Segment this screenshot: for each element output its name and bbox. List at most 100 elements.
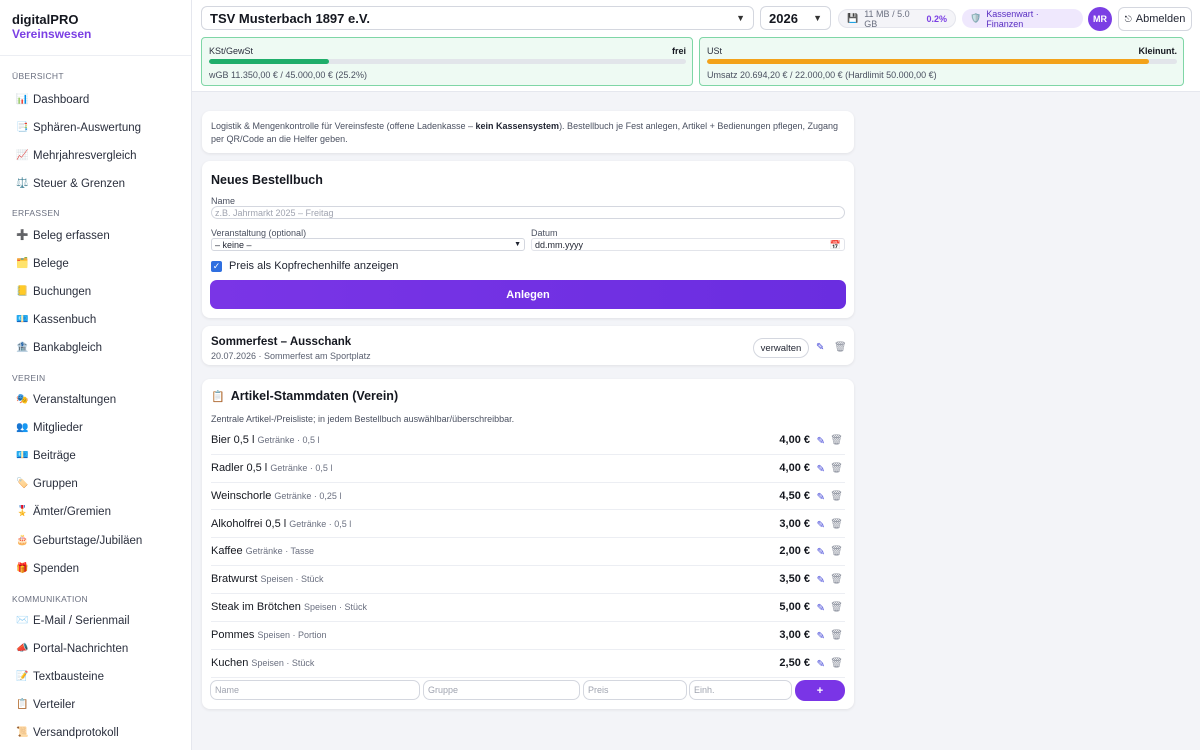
article-name-wrap: Weinschorle Getränke · 0,25 l [211,490,341,502]
sidebar-item[interactable]: 🗂️ Belege [0,250,191,278]
create-button[interactable]: Anlegen [210,280,846,309]
trash-icon[interactable]: 🗑 [830,630,843,641]
article-name-input[interactable]: Name [210,680,420,700]
edit-icon[interactable]: ✎ [817,520,825,531]
sidebar-item[interactable]: ➕ Beleg erfassen [0,222,191,250]
sidebar-item-label: Sphären-Auswertung [33,122,142,135]
trash-icon[interactable]: 🗑 [830,463,843,474]
limit-fill [707,59,1149,64]
sidebar-item[interactable]: 📣 Portal-Nachrichten [0,635,191,663]
role-label: Kassenwart · Finanzen [986,8,1039,29]
sidebar-item[interactable]: 🎭 Veranstaltungen [0,386,191,414]
date-label: Datum [531,228,558,238]
article-meta: Speisen · Portion [257,629,327,640]
edit-icon[interactable]: ✎ [817,492,825,503]
sidebar-item-label: Textbausteine [33,671,104,684]
price-hint-checkbox[interactable]: ✓ [211,261,222,272]
sidebar-item-label: Gruppen [33,478,78,491]
add-article-button[interactable]: + [795,680,845,701]
article-name: Steak im Brötchen [211,601,301,614]
edit-icon[interactable]: ✎ [817,436,825,447]
logout-button[interactable]: ⎋ Abmelden [1118,7,1192,31]
storage-icon: 💾 [847,13,859,23]
sidebar-item[interactable]: ✉️ E-Mail / Serienmail [0,607,191,635]
article-name: Bratwurst [211,573,258,586]
sidebar: digitalPRO Vereinswesen Übersicht 📊 Dashbo… [0,0,192,750]
sidebar-item[interactable]: 🎁 Spenden [0,555,191,583]
avatar[interactable]: MR [1088,7,1112,31]
edit-icon[interactable]: ✎ [817,603,825,614]
trash-icon[interactable]: 🗑 [834,342,847,353]
article-price: 4,00 € [779,461,810,474]
trash-icon[interactable]: 🗑 [830,574,843,585]
sidebar-item[interactable]: 📑 Sphären-Auswertung [0,114,191,142]
article-meta: Getränke · 0,5 l [257,435,320,445]
shield-icon: 🛡️ [970,13,982,23]
nav-item-icon: 🎂 [16,534,29,546]
sidebar-item[interactable]: 💶 Kassenbuch [0,306,191,334]
storage-indicator: 💾 11 MB / 5.0 GB 0.2% [838,9,956,29]
article-meta: Getränke · Tasse [245,546,315,557]
edit-icon[interactable]: ✎ [817,659,825,670]
edit-icon[interactable]: ✎ [817,547,825,558]
nav-item-icon: 🎭 [16,394,29,406]
trash-icon[interactable]: 🗑 [830,546,843,557]
sidebar-item[interactable]: ⚖️ Steuer & Grenzen [0,170,191,198]
trash-icon[interactable]: 🗑 [830,491,843,502]
sidebar-item[interactable]: 📊 Dashboard [0,86,191,114]
article-price: 3,50 € [779,573,810,586]
nav-item-icon: 👥 [16,422,29,434]
trash-icon[interactable]: 🗑 [830,602,843,613]
edit-icon[interactable]: ✎ [817,575,825,586]
sidebar-item[interactable]: 📒 Buchungen [0,278,191,306]
sidebar-item[interactable]: 📋 Verteiler [0,691,191,719]
trash-icon[interactable]: 🗑 [830,435,843,446]
edit-icon[interactable]: ✎ [817,631,825,642]
sidebar-item[interactable]: 🎂 Geburtstage/Jubiläen [0,527,191,555]
nav-item-icon: 🗂️ [16,258,29,270]
trash-icon[interactable]: 🗑 [830,658,843,669]
sidebar-item[interactable]: 🎖️ Ämter/Gremien [0,498,191,526]
article-price: 4,00 € [779,434,810,446]
limit-label: USt [707,46,723,56]
article-name: Bier 0,5 l [211,434,255,446]
nav-item-icon: ➕ [16,230,29,242]
limit-ust: USt Kleinunt. Umsatz 20.694,20 € / 22.00… [699,37,1184,86]
trash-icon[interactable]: 🗑 [830,519,843,530]
date-input[interactable]: dd.mm.yyyy 📅 [531,238,845,251]
intro-text: Logistik & Mengenkontrolle für Vereinsfe… [211,121,476,131]
article-name-wrap: Pommes Speisen · Portion [211,629,327,641]
article-meta: Getränke · 0,5 l [270,462,333,473]
sidebar-item[interactable]: 💶 Beiträge [0,442,191,470]
new-orderbook-card: Neues Bestellbuch Name z.B. Jahrmarkt 20… [202,161,854,318]
year-select[interactable]: 2026 ▼ [760,6,831,30]
price-hint-label: Preis als Kopfrechenhilfe anzeigen [229,260,399,272]
article-name-wrap: Kuchen Speisen · Stück [211,657,314,669]
sidebar-item[interactable]: 📈 Mehrjahresvergleich [0,142,191,170]
limit-detail: wGB 11.350,00 € / 45.000,00 € (25.2%) [209,70,367,80]
club-select[interactable]: TSV Musterbach 1897 e.V. ▼ [201,6,754,30]
name-input[interactable]: z.B. Jahrmarkt 2025 – Freitag [211,206,845,219]
manage-button[interactable]: verwalten [753,338,809,358]
article-price: 3,00 € [779,517,810,530]
nav-item-icon: 🏦 [16,342,29,354]
article-price-input[interactable]: Preis [583,680,687,700]
article-group-input[interactable]: Gruppe [423,680,580,700]
limit-track [209,59,686,64]
article-unit-input[interactable]: Einh. [689,680,792,700]
sidebar-item[interactable]: 🏦 Bankabgleich [0,334,191,362]
brand: digitalPRO Vereinswesen [0,0,191,56]
sidebar-item[interactable]: 📝 Textbausteine [0,663,191,691]
sidebar-item[interactable]: 👥 Mitglieder [0,414,191,442]
edit-icon[interactable]: ✎ [817,464,825,475]
brand-subtitle: Vereinswesen [12,27,92,41]
event-select[interactable]: – keine – ▼ [211,238,525,251]
nav-item-icon: 📊 [16,94,29,106]
event-select-value: – keine – [215,239,252,250]
article-name: Kaffee [211,545,243,558]
edit-icon[interactable]: ✎ [816,343,826,353]
sidebar-item-label: Belege [33,258,69,271]
sidebar-item[interactable]: 🏷️ Gruppen [0,470,191,498]
orderbook-item: Sommerfest – Ausschank 20.07.2026 · Somm… [202,326,854,365]
sidebar-item[interactable]: 📜 Versandprotokoll [0,719,191,747]
